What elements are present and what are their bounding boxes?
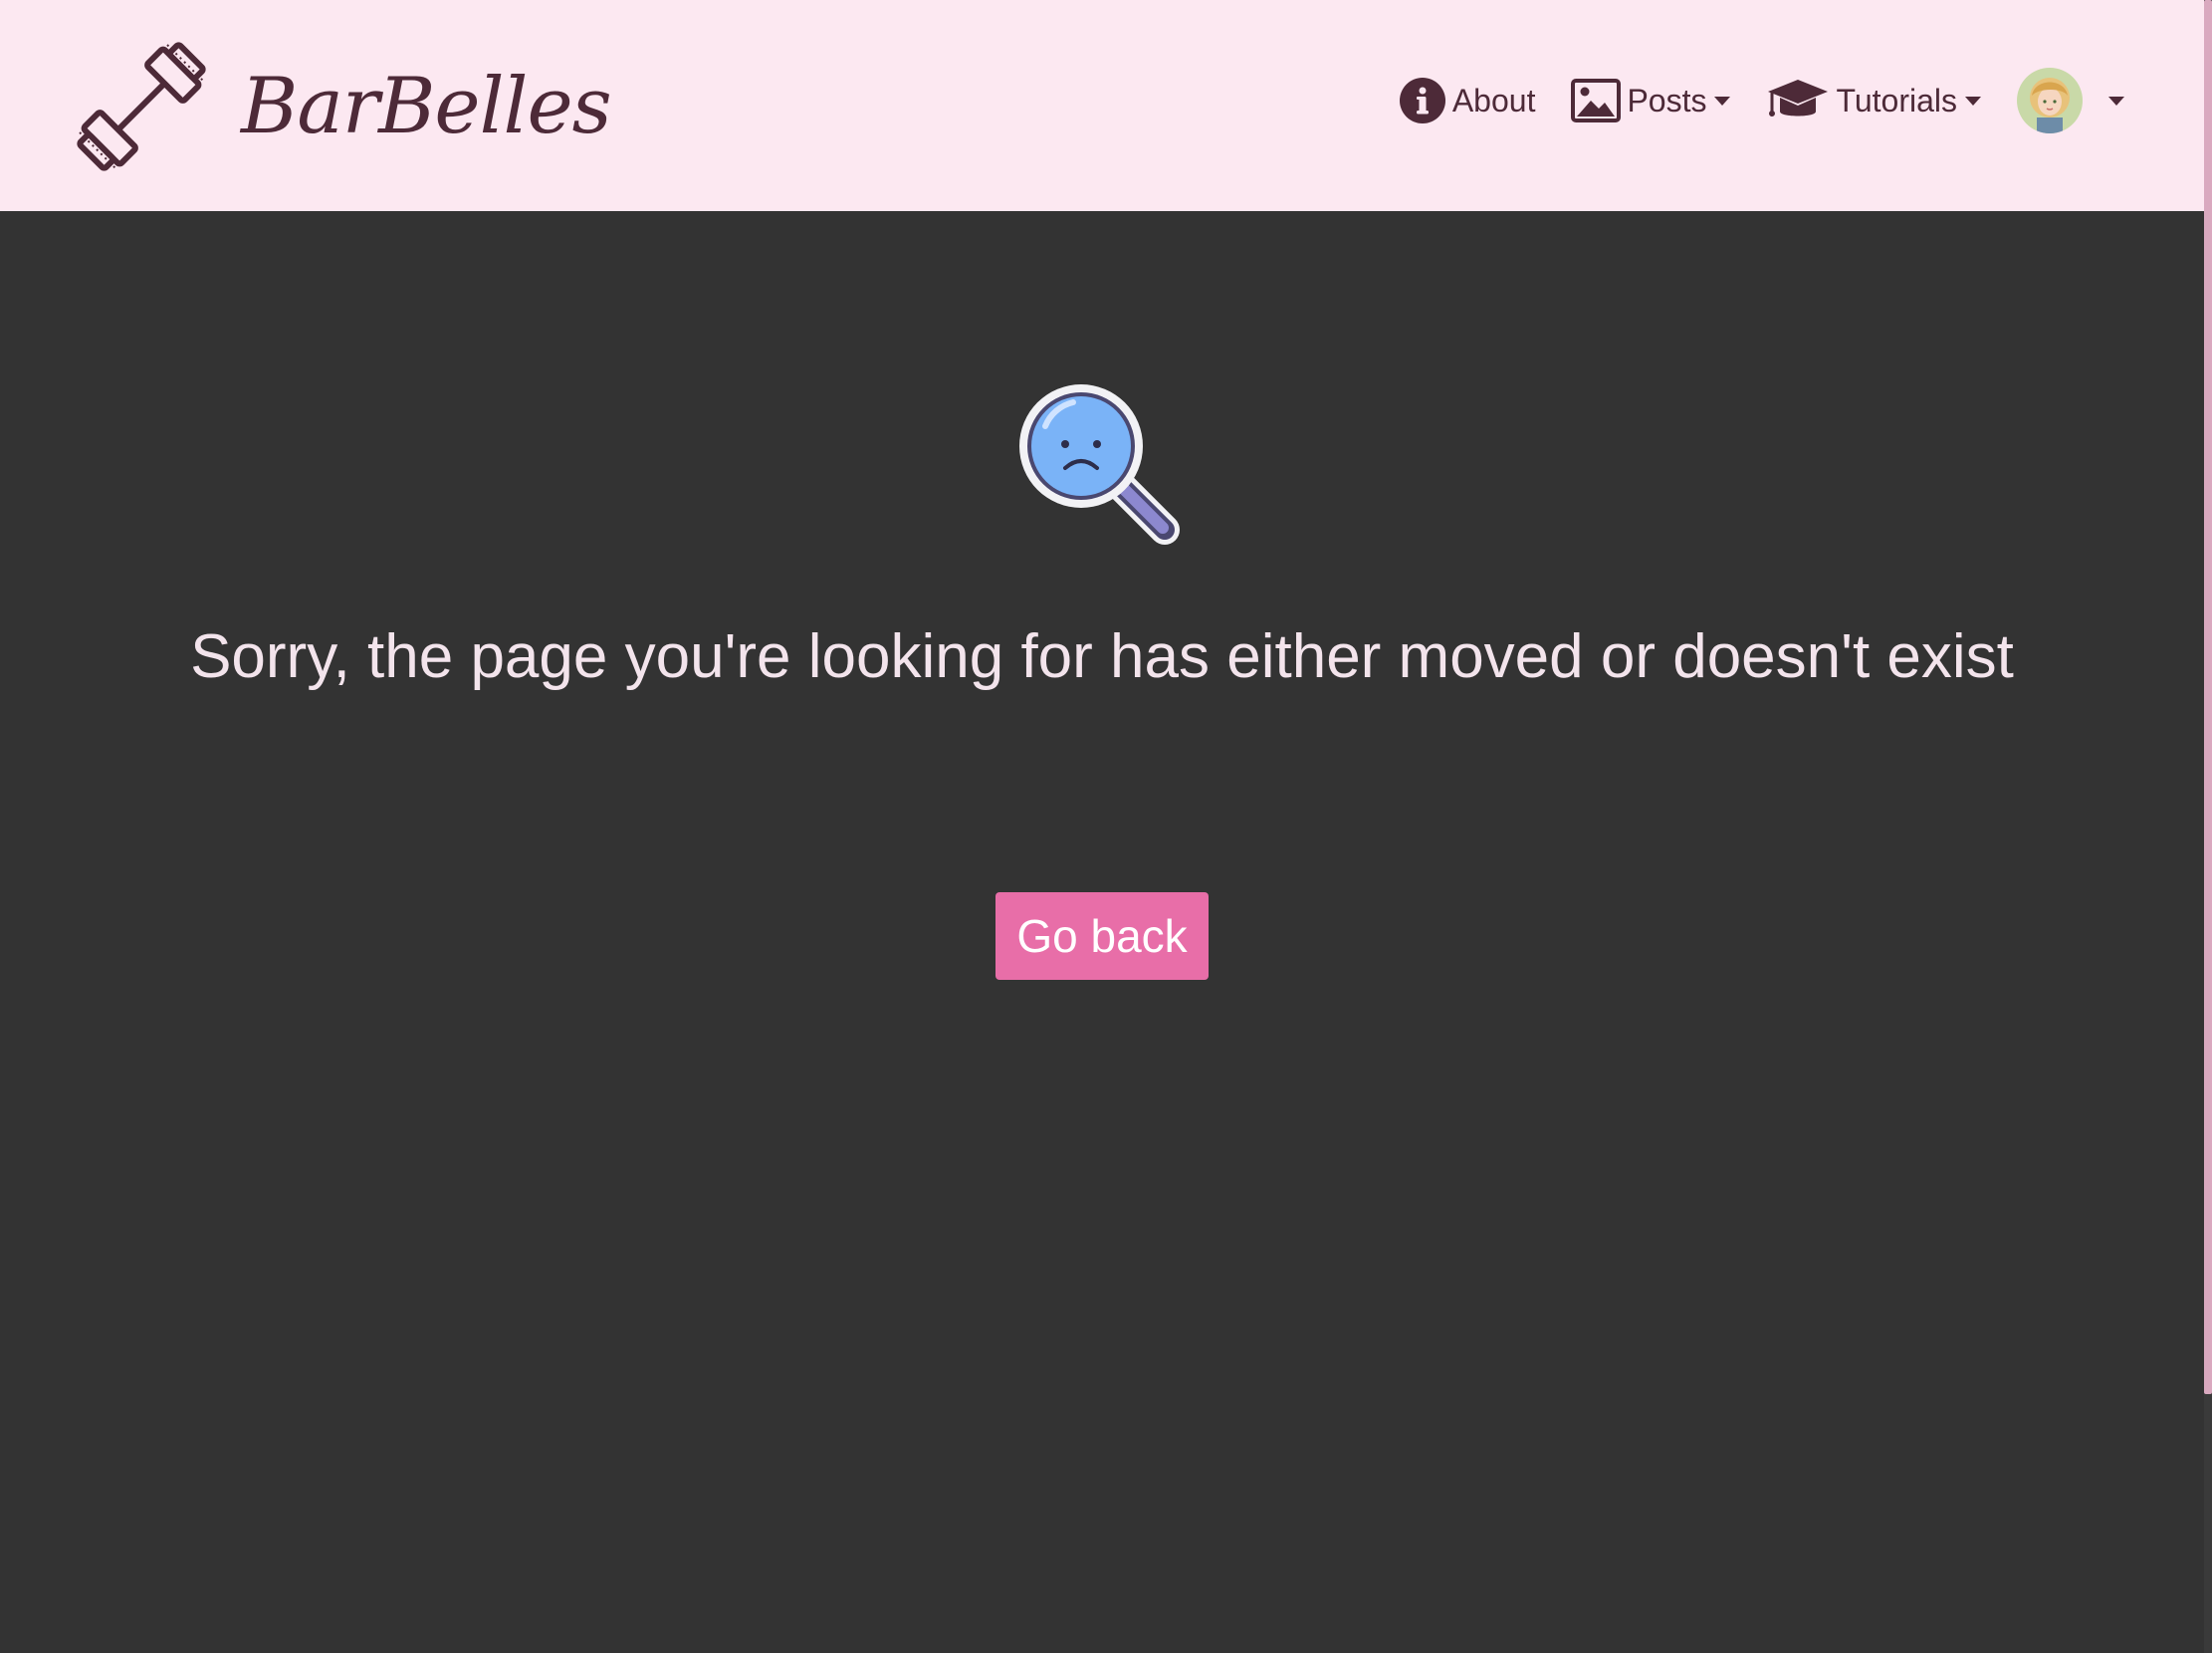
page: BarBelles About Posts Tutorials Sorry, t… xyxy=(0,0,2212,1653)
graduation-cap-icon xyxy=(1766,78,1830,123)
chevron-down-icon xyxy=(1714,96,1731,106)
brand-name: BarBelles xyxy=(241,62,612,151)
barbell-logo-icon xyxy=(77,42,206,171)
scrollbar[interactable] xyxy=(2204,0,2212,1653)
user-menu-dropdown[interactable] xyxy=(2017,68,2124,133)
scrollbar-thumb[interactable] xyxy=(2204,0,2212,1394)
nav-about-label: About xyxy=(1451,82,1536,118)
chevron-down-icon xyxy=(2108,96,2124,106)
nav-about[interactable]: About xyxy=(1399,77,1536,124)
nav-menu: About Posts Tutorials xyxy=(1363,66,2124,135)
brand-link[interactable]: BarBelles xyxy=(60,22,612,191)
go-back-button[interactable]: Go back xyxy=(995,892,1209,980)
sad-magnifier-icon xyxy=(1019,384,1180,545)
nav-posts-label: Posts xyxy=(1627,82,1707,118)
avatar xyxy=(2017,68,2083,133)
info-circle-icon xyxy=(1399,77,1446,124)
error-message: Sorry, the page you're looking for has e… xyxy=(190,622,2014,691)
not-found-content: Sorry, the page you're looking for has e… xyxy=(0,211,2204,1653)
nav-tutorials-label: Tutorials xyxy=(1836,82,1957,118)
nav-tutorials-dropdown[interactable]: Tutorials xyxy=(1766,78,1981,123)
navbar: BarBelles About Posts Tutorials xyxy=(0,0,2204,211)
nav-posts-dropdown[interactable]: Posts xyxy=(1571,79,1731,122)
image-icon xyxy=(1571,79,1622,122)
chevron-down-icon xyxy=(1965,96,1981,106)
